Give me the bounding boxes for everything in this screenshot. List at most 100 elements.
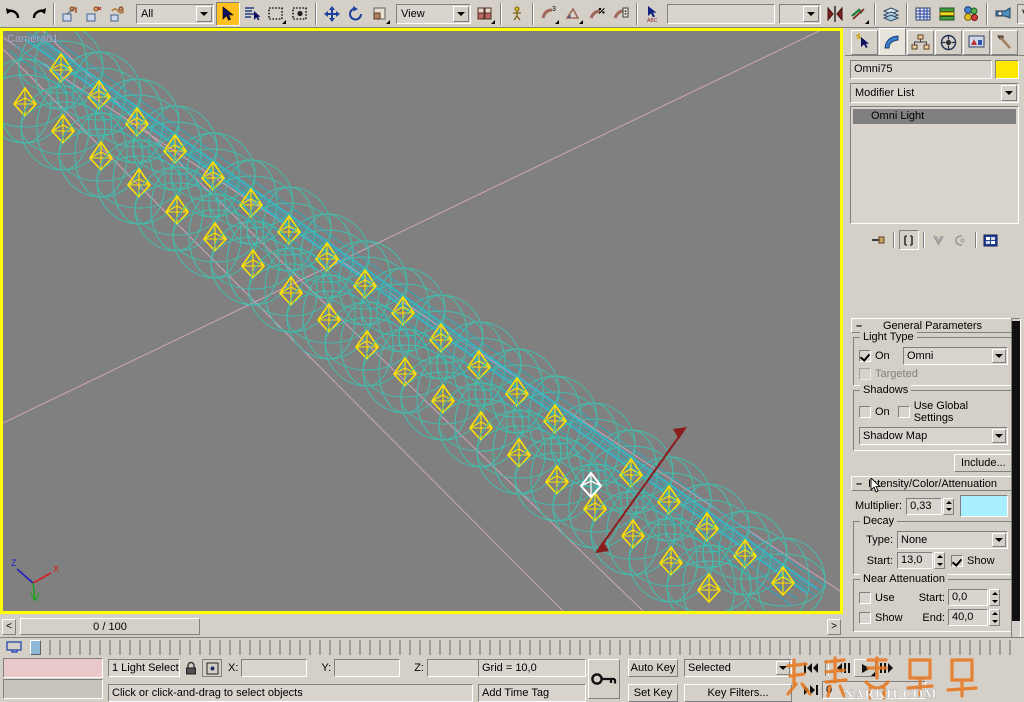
play-animation-button[interactable] [854,659,876,677]
x-field[interactable] [241,659,308,677]
decay-type-combo[interactable]: None [897,531,1008,549]
rectangular-selection-region-button[interactable] [264,1,288,26]
add-time-tag-button[interactable]: Add Time Tag [478,684,586,702]
stack-item-omni-light[interactable]: Omni Light [853,109,1016,124]
decay-start-spinner[interactable] [934,552,945,569]
reference-coordinate-system-combo[interactable]: View [396,3,471,24]
shadow-type-combo[interactable]: Shadow Map [859,427,1008,445]
chevron-down-icon[interactable] [992,349,1006,363]
near-atten-use-checkbox[interactable] [859,591,871,604]
select-object-button[interactable] [216,1,240,26]
collapse-icon[interactable]: – [852,320,866,332]
window-crossing-toggle-button[interactable] [288,1,312,26]
spinner-snap-toggle-button[interactable] [609,1,633,26]
include-button[interactable]: Include... [954,454,1012,472]
track-bar-ruler[interactable] [30,638,1024,657]
near-atten-end-field[interactable]: 40,0 [948,609,988,626]
tab-hierarchy[interactable] [907,30,934,55]
lock-selection-icon[interactable] [180,661,202,676]
modifier-list-dropdown[interactable]: Modifier List [850,83,1019,103]
modifier-stack[interactable]: Omni Light [850,106,1019,224]
key-filter-set-combo[interactable]: Selected [684,659,792,677]
near-atten-start-field[interactable]: 0,0 [948,589,988,606]
previous-frame-button[interactable] [832,662,854,674]
absolute-relative-toggle-icon[interactable] [202,659,222,677]
select-and-link-button[interactable] [58,1,82,26]
near-atten-end-spinner[interactable] [989,609,1000,626]
undo-button[interactable] [2,1,26,26]
named-selection-sets-button[interactable]: ABC [641,1,665,26]
maxscript-input-line[interactable] [3,658,103,678]
tab-create[interactable] [851,30,878,55]
snaps-toggle-button[interactable]: 3 [537,1,561,26]
curve-editor-button[interactable] [911,1,935,26]
align-button[interactable] [847,1,871,26]
chevron-down-icon[interactable] [196,5,212,22]
time-slider-thumb[interactable]: 0 / 100 [20,618,200,635]
shadows-on-checkbox[interactable] [859,406,871,418]
decay-start-field[interactable]: 13,0 [897,552,933,569]
tab-display[interactable] [963,30,990,55]
schematic-view-button[interactable] [935,1,959,26]
chevron-down-icon[interactable] [992,429,1006,443]
viewport-label[interactable]: Camera01 [7,33,58,45]
select-and-rotate-button[interactable] [344,1,368,26]
unlink-selection-button[interactable] [82,1,106,26]
chevron-down-icon[interactable] [803,5,819,22]
multiplier-spinner[interactable] [943,497,955,515]
time-slider-track[interactable]: 0 / 100 [18,618,825,635]
bind-to-space-warp-button[interactable] [106,1,130,26]
light-type-combo[interactable]: Omni [903,347,1008,365]
named-selection-set-combo[interactable] [779,3,821,24]
select-by-name-button[interactable] [240,1,264,26]
material-editor-button[interactable] [959,1,983,26]
next-frame-button[interactable]: > [827,618,841,635]
set-key-button[interactable]: Set Key [628,684,678,702]
chevron-down-icon[interactable] [453,5,469,22]
current-frame-field[interactable]: 0 [822,681,926,699]
light-on-checkbox[interactable] [859,350,871,362]
camera-viewport[interactable]: Camera01 Z X [3,31,840,611]
mirror-button[interactable] [823,1,847,26]
use-pivot-point-center-button[interactable] [473,1,497,26]
named-selection-set-field[interactable] [667,3,775,24]
next-frame-button[interactable] [876,662,898,674]
remove-modifier-icon[interactable] [950,230,971,250]
show-end-result-icon[interactable] [898,230,919,250]
command-panel-scrollbar[interactable] [1011,318,1021,648]
near-atten-show-checkbox[interactable] [859,611,871,624]
percent-snap-toggle-button[interactable] [585,1,609,26]
render-scene-dialog-button[interactable] [991,1,1015,26]
use-global-settings-checkbox[interactable] [897,406,910,418]
key-filters-button[interactable]: Key Filters... [684,684,792,702]
make-unique-icon[interactable] [928,230,949,250]
decay-show-checkbox[interactable] [951,554,963,567]
go-to-end-button[interactable] [800,684,822,696]
tab-motion[interactable] [935,30,962,55]
redo-button[interactable] [26,1,50,26]
render-viewport-combo[interactable]: View [1017,3,1024,24]
object-name-field[interactable]: Omni75 [850,60,992,79]
configure-modifier-sets-icon[interactable] [980,230,1001,250]
multiplier-field[interactable]: 0,33 [906,497,943,515]
maxscript-output-line[interactable] [3,679,103,699]
near-atten-start-spinner[interactable] [989,589,1000,606]
key-mode-toggle-button[interactable] [588,659,620,699]
tab-modify[interactable] [879,28,906,55]
track-bar-key-handle[interactable] [30,639,41,655]
light-color-swatch[interactable] [960,495,1009,517]
chevron-down-icon[interactable] [992,533,1006,547]
angle-snap-toggle-button[interactable] [561,1,585,26]
pin-stack-icon[interactable] [868,230,889,250]
collapse-icon[interactable]: – [852,478,866,490]
previous-frame-button[interactable]: < [2,618,16,635]
y-field[interactable] [334,659,401,677]
select-and-move-button[interactable] [320,1,344,26]
object-color-swatch[interactable] [995,60,1019,79]
layer-manager-button[interactable] [879,1,903,26]
mini-listener[interactable] [3,658,103,700]
selection-filter-combo[interactable]: All [136,3,214,24]
auto-key-button[interactable]: Auto Key [628,659,678,677]
rollout-intensity-color-attenuation-header[interactable]: – Intensity/Color/Attenuation [851,476,1014,493]
chevron-down-icon[interactable] [1001,85,1017,101]
